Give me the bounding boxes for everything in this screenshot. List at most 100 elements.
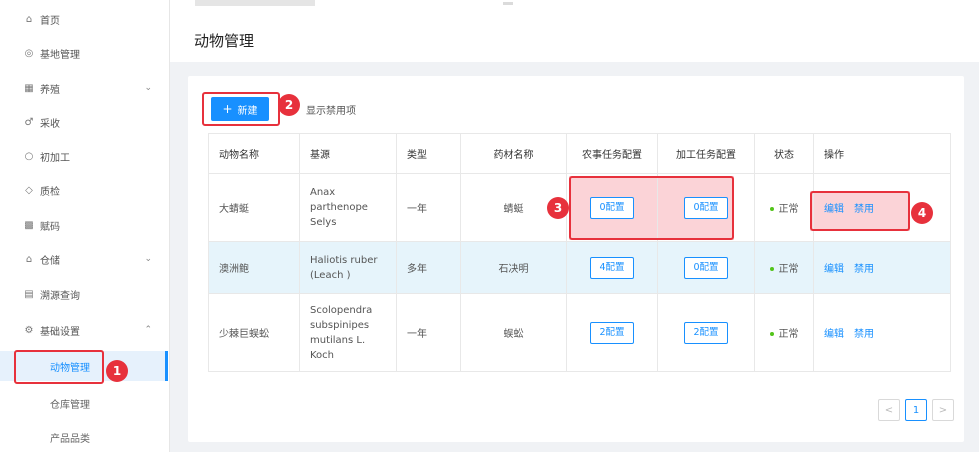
sidebar-item-settings[interactable]: ⚙ 基础设置 ⌃ [0,315,168,345]
sidebar-item-quality[interactable]: ◇ 质检 [0,175,168,205]
type-cell: 一年 [396,173,461,242]
sidebar-item-harvest[interactable]: ♂ 采收 [0,107,168,137]
disable-link[interactable]: 禁用 [854,329,874,340]
proc-config-button[interactable]: 0配置 [684,256,728,279]
column-header: 动物名称 [208,133,300,174]
qrcode-icon: ▩ [24,219,34,231]
sidebar: ⌂ 首页 ◎ 基地管理 ▦ 养殖 ⌄ ♂ 采收 ○ 初加工 ◇ 质检 ▩ 赋码 ⌂ 仓储 ⌄ ▤ 溯源… [0,0,170,452]
home-icon: ⌂ [25,13,33,25]
sidebar-item-base[interactable]: ◎ 基地管理 [0,38,168,68]
grid-icon: ▦ [24,82,34,94]
sidebar-item-label: 基础设置 [40,326,80,338]
chevron-up-icon: ⌃ [144,325,152,335]
source-line: Selys [310,217,337,228]
animal-name: 少棘巨蜈蚣 [208,293,300,372]
sidebar-item-label: 溯源查询 [40,290,80,302]
shield-icon: ◇ [25,184,33,196]
sidebar-item-label: 采收 [40,118,60,130]
sidebar-item-label: 首页 [40,15,60,27]
column-header: 类型 [396,133,461,174]
sidebar-item-coding[interactable]: ▩ 赋码 [0,210,168,240]
step-badge-3: 3 [547,197,569,219]
chevron-down-icon: ⌄ [144,83,152,93]
highlight-box-2 [202,92,280,126]
highlight-box-1 [14,350,104,384]
column-header: 基源 [299,133,397,174]
sidebar-item-label: 仓储 [40,255,60,267]
source-cell: Haliotis ruber (Leach ) [299,241,397,294]
table-row: 少棘巨蜈蚣 Scolopendra subspinipes mutilans L. K… [208,293,951,372]
edit-link[interactable]: 编辑 [824,264,844,275]
herb-cell: 蜈蚣 [460,293,567,372]
status-dot [769,267,774,271]
harvest-icon: ♂ [24,116,34,128]
actions-cell: 编辑 禁用 [813,293,951,372]
column-header: 加工任务配置 [657,133,755,174]
sidebar-item-trace[interactable]: ▤ 溯源查询 [0,279,168,309]
source-cell: Anax parthenope Selys [299,173,397,242]
sidebar-item-breeding[interactable]: ▦ 养殖 ⌄ [0,73,168,103]
type-cell: 一年 [396,293,461,372]
status-dot [769,207,774,211]
farm-config-cell: 4配置 [566,241,658,294]
proc-config-cell: 0配置 [657,241,755,294]
source-line: Scolopendra [310,304,373,316]
sidebar-item-home[interactable]: ⌂ 首页 [0,4,168,34]
sidebar-item-label: 基地管理 [40,49,80,61]
sidebar-item-label: 初加工 [40,152,70,164]
table-row: 澳洲鲍 Haliotis ruber (Leach ) 多年 石决明 4配置 0配… [208,241,951,294]
highlight-box-4 [810,191,910,231]
location-icon: ◎ [24,47,34,59]
status-cell: 正常 [754,293,814,372]
status-dot [769,332,774,336]
sidebar-item-label: 产品品类 [50,433,90,445]
page-title: 动物管理 [194,32,255,50]
disable-link[interactable]: 禁用 [854,264,874,275]
status-cell: 正常 [754,241,814,294]
proc-config-cell: 2配置 [657,293,755,372]
source-line: subspinipes [310,319,370,331]
sidebar-item-storage[interactable]: ⌂ 仓储 ⌄ [0,244,168,274]
edit-link[interactable]: 编辑 [824,329,844,340]
source-line: mutilans L. [310,334,366,346]
step-badge-2: 2 [278,94,300,116]
source-line: (Leach ) [310,269,351,281]
herb-cell: 石决明 [460,241,567,294]
proc-config-button[interactable]: 2配置 [684,321,728,344]
column-header: 农事任务配置 [566,133,658,174]
highlight-box-3 [569,176,734,240]
farm-config-cell: 2配置 [566,293,658,372]
step-badge-1: 1 [106,360,128,382]
type-cell: 多年 [396,241,461,294]
farm-config-button[interactable]: 4配置 [590,256,634,279]
chevron-down-icon: ⌄ [144,254,152,264]
source-line: Haliotis ruber [310,254,378,266]
status-badge: 正常 [778,329,799,340]
source-line: parthenope [310,202,368,213]
sidebar-subitem-warehouse[interactable]: 仓库管理 [0,388,168,418]
pagination-prev[interactable]: < [878,399,900,421]
animal-name: 大蜻蜓 [208,173,300,242]
pagination-page[interactable]: 1 [905,399,927,421]
breadcrumb-fragment [503,2,513,5]
column-header: 操作 [813,133,951,174]
show-disabled-toggle[interactable]: 显示禁用项 [306,102,356,117]
animal-name: 澳洲鲍 [208,241,300,294]
column-header: 药材名称 [460,133,567,174]
sidebar-item-label: 赋码 [40,221,60,233]
sidebar-item-label: 养殖 [40,84,60,96]
source-cell: Scolopendra subspinipes mutilans L. Koch [299,293,397,372]
source-line: Koch [310,349,335,361]
source-line: Anax [310,187,336,198]
animal-table: 动物名称 基源 类型 药材名称 农事任务配置 加工任务配置 状态 操作 大蜻蜓 … [208,133,951,372]
status-cell: 正常 [754,173,814,242]
sidebar-item-label: 仓库管理 [50,399,90,411]
status-badge: 正常 [778,264,799,275]
pagination-next[interactable]: > [932,399,954,421]
sidebar-item-processing[interactable]: ○ 初加工 [0,141,168,171]
sidebar-subitem-category[interactable]: 产品品类 [0,422,168,452]
actions-cell: 编辑 禁用 [813,241,951,294]
column-header: 状态 [754,133,814,174]
farm-config-button[interactable]: 2配置 [590,321,634,344]
search-doc-icon: ▤ [24,288,34,300]
